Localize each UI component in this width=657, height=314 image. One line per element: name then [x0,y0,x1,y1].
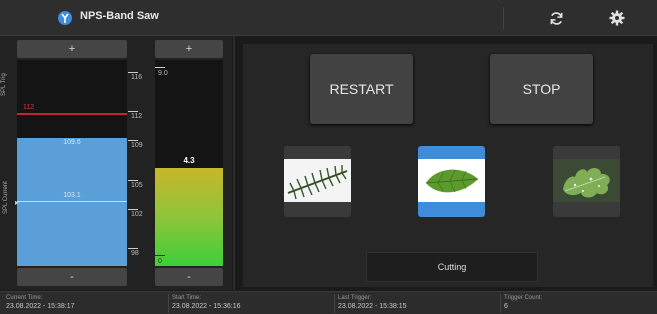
mode-leaf-button[interactable] [418,146,485,217]
spl-trig-side-label: SPL Trig [1,73,7,96]
scale-tick [128,179,138,181]
stop-button[interactable]: STOP [490,54,593,124]
trigger-level-fill [155,167,223,266]
spl-scale: 116 112 109 105 102 98 [128,60,152,266]
scale-tick [128,110,138,112]
scale-tick-label: 102 [131,211,143,219]
app-title: NPS-Band Saw [80,10,159,22]
trigger-top-tick [155,67,165,68]
restart-button[interactable]: RESTART [310,54,413,124]
scale-tick [128,209,138,211]
last-trigger-value: 23.08.2022 - 15:38:15 [338,303,407,310]
scale-tick [128,71,138,73]
trigger-increase-button[interactable]: + [155,40,223,58]
deciduous-leaf-icon [418,159,485,202]
spl-increase-button[interactable]: + [17,40,127,58]
mode-oak-button[interactable] [553,146,620,217]
status-bar: Current Time: 23.08.2022 - 15:38:17 Star… [0,291,657,314]
last-trigger: Last Trigger: 23.08.2022 - 15:38:15 [338,295,407,310]
control-panel: RESTART STOP Cutting [243,44,653,287]
spl-current-line [17,201,127,203]
footer-divider [500,294,501,313]
last-trigger-label: Last Trigger: [338,295,372,301]
spl-trigger-line[interactable] [17,112,127,115]
current-time-label: Current Time: [6,295,43,301]
current-time-value: 23.08.2022 - 15:38:17 [6,303,75,310]
trigger-count-value: 6 [504,303,508,310]
scale-tick-label: 116 [131,73,143,81]
spl-current-value: 103.1 [63,192,81,200]
panel-divider [233,36,235,290]
mode-conifer-button[interactable] [284,146,351,217]
conifer-branch-icon [284,159,351,202]
trigger-top-label: 9.0 [158,70,168,77]
gear-icon[interactable] [609,10,625,26]
scale-tick [128,248,138,250]
start-time-label: Start Time: [172,295,202,301]
refresh-icon[interactable] [549,11,564,26]
spl-decrease-button[interactable]: - [17,268,127,286]
title-bar: NPS-Band Saw [0,0,657,36]
oak-leaf-icon [553,159,620,202]
trigger-count: Trigger Count: 6 [504,295,542,310]
spl-current-marker-icon: ▸ [15,198,20,207]
scale-tick-label: 109 [131,142,143,150]
scale-tick-label: 112 [131,112,143,120]
footer-divider [168,294,169,313]
start-time: Start Time: 23.08.2022 - 15:36:16 [172,295,241,310]
scale-tick-label: 105 [131,181,143,189]
current-time: Current Time: 23.08.2022 - 15:38:17 [6,295,75,310]
trigger-bottom-label: 0 [158,258,162,265]
title-divider [503,7,504,29]
trigger-level-value: 4.3 [183,155,195,165]
spl-peak-value: 109.6 [63,139,81,147]
meter-panel: + 109.6 103.1 112 116 112 109 105 102 98 - SP… [0,36,232,290]
app-logo-icon [58,11,72,25]
spl-trigger-value: 112 [23,103,35,111]
scale-tick [128,140,138,142]
trigger-decrease-button[interactable]: - [155,268,223,286]
start-time-value: 23.08.2022 - 15:36:16 [172,303,241,310]
footer-divider [334,294,335,313]
trigger-meter: 9.0 4.3 0 [155,60,223,266]
status-display: Cutting [366,252,538,282]
trigger-bottom-tick [155,255,165,256]
spl-current-side-label: SPL Current [3,181,9,214]
scale-tick-label: 98 [131,250,139,258]
spl-meter: 109.6 103.1 112 [17,60,127,266]
trigger-count-label: Trigger Count: [504,295,543,301]
